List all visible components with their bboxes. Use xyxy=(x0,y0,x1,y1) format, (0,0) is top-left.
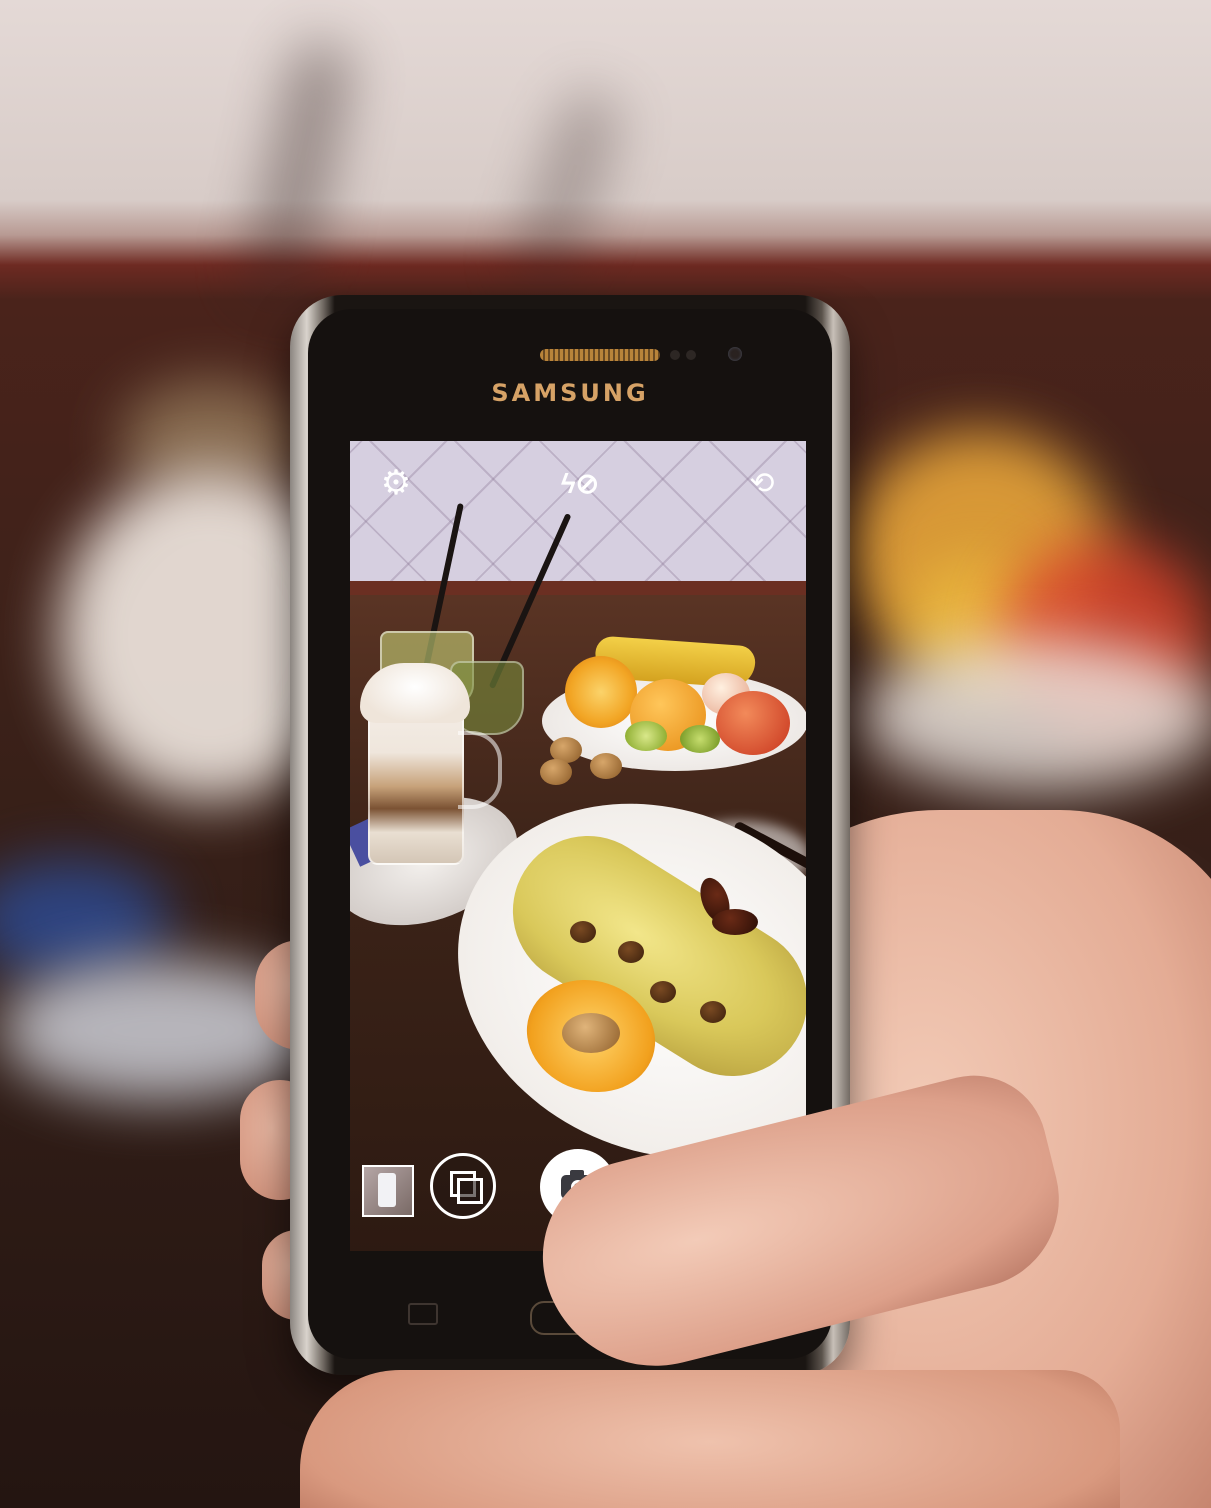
red-apple xyxy=(716,691,790,755)
proximity-sensor xyxy=(670,350,680,360)
milk-foam xyxy=(360,663,470,723)
raisin xyxy=(618,941,644,963)
raisin xyxy=(700,1001,726,1023)
raisin xyxy=(570,921,596,943)
photo-scene: SAMSUNG ⚙ ϟ⊘ ⟲ xyxy=(0,0,1211,1508)
switch-camera-icon[interactable]: ⟲ xyxy=(738,463,786,503)
raisin xyxy=(650,981,676,1003)
flash-off-icon[interactable]: ϟ⊘ xyxy=(558,463,602,503)
last-photo-thumbnail[interactable] xyxy=(362,1165,414,1217)
brand-logo: SAMSUNG xyxy=(491,379,649,407)
orange-half xyxy=(565,656,637,728)
walnut xyxy=(562,1013,620,1053)
glass-handle xyxy=(458,731,502,809)
thumbnail-content xyxy=(378,1173,396,1207)
light-sensor xyxy=(686,350,696,360)
recent-apps-icon[interactable] xyxy=(408,1303,438,1325)
camera-icon-top xyxy=(570,1170,584,1176)
walnut xyxy=(540,759,572,785)
front-camera xyxy=(728,347,742,361)
walnut xyxy=(590,753,622,779)
gallery-icon-front xyxy=(457,1178,483,1204)
wall-rail xyxy=(350,581,806,595)
camera-viewfinder[interactable]: ⚙ ϟ⊘ ⟲ xyxy=(350,441,806,1251)
camera-top-bar: ⚙ ϟ⊘ ⟲ xyxy=(350,441,806,521)
gallery-button[interactable] xyxy=(430,1153,496,1219)
earpiece-speaker xyxy=(540,349,660,361)
kiwi xyxy=(680,725,720,753)
kiwi xyxy=(625,721,667,751)
date-fruit xyxy=(712,909,758,935)
gear-icon[interactable]: ⚙ xyxy=(376,463,416,503)
blurred-plate xyxy=(860,640,1211,790)
hand-lower xyxy=(300,1370,1120,1508)
